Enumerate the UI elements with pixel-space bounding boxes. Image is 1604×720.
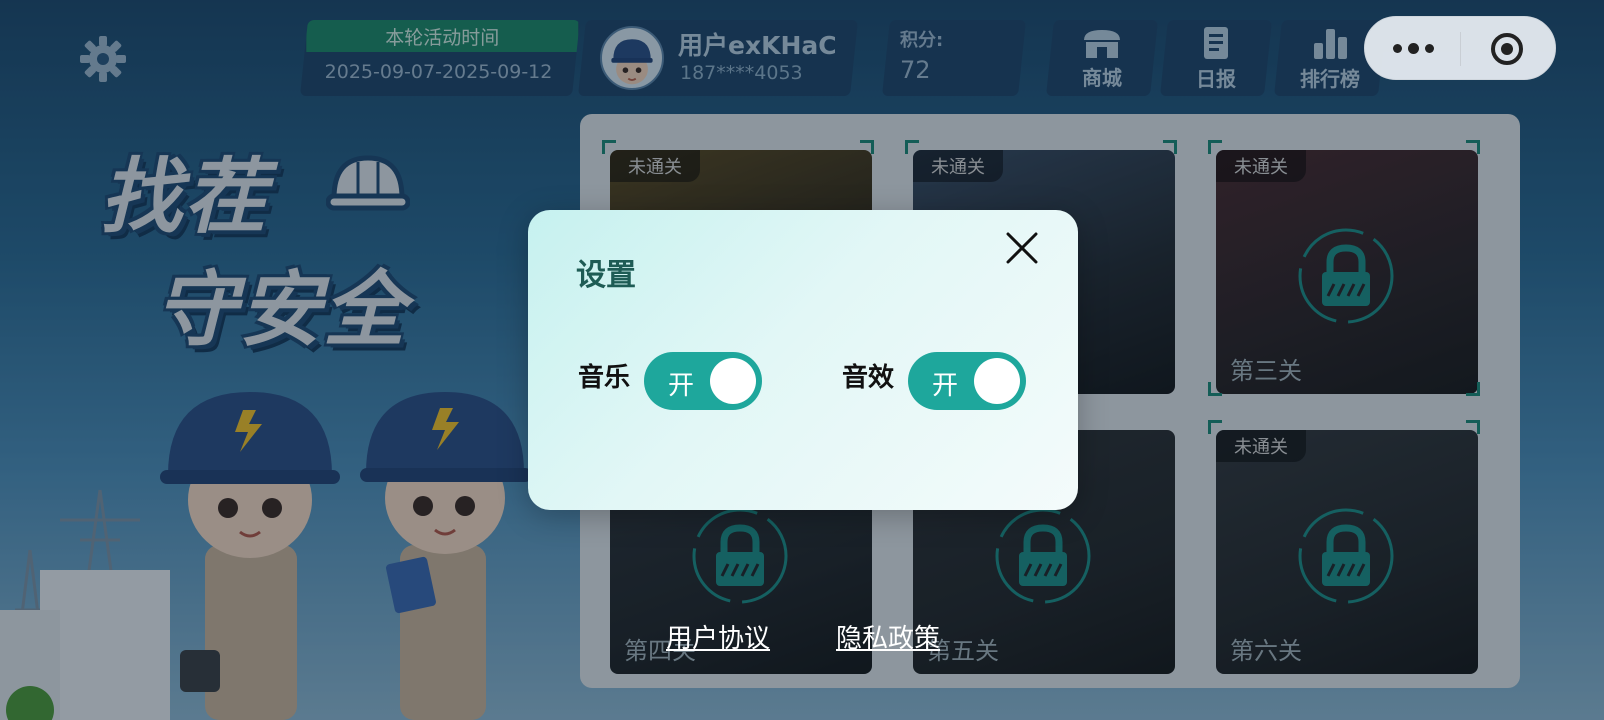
settings-dialog: 设置 音乐 开 音效 开 bbox=[528, 210, 1078, 510]
dialog-title: 设置 bbox=[576, 258, 636, 293]
privacy-policy-link[interactable]: 隐私政策 bbox=[836, 618, 940, 655]
sound-toggle-state: 开 bbox=[932, 371, 959, 401]
toggle-knob bbox=[710, 358, 756, 404]
music-toggle-state: 开 bbox=[668, 371, 695, 401]
toggle-knob bbox=[974, 358, 1020, 404]
capsule-divider bbox=[1460, 32, 1461, 66]
close-miniprogram-icon[interactable] bbox=[1489, 31, 1525, 67]
music-label: 音乐 bbox=[578, 363, 631, 393]
sound-effect-toggle[interactable]: 开 bbox=[908, 352, 1026, 410]
sound-effect-label: 音效 bbox=[842, 363, 895, 393]
close-icon[interactable] bbox=[1002, 228, 1042, 268]
music-toggle[interactable]: 开 bbox=[644, 352, 762, 410]
more-icon[interactable] bbox=[1393, 43, 1434, 54]
user-agreement-link[interactable]: 用户协议 bbox=[666, 618, 770, 655]
miniprogram-capsule bbox=[1364, 16, 1556, 80]
